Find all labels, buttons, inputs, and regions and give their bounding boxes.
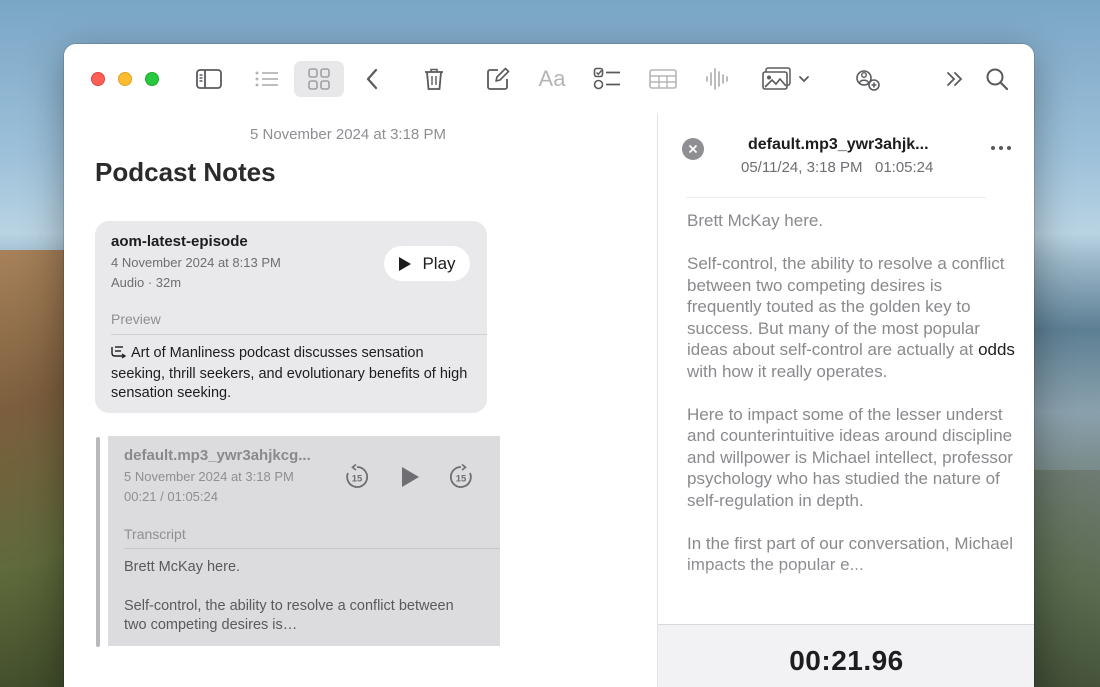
record-audio-button[interactable]	[704, 61, 730, 97]
transcript-paragraph: Here to impact some of the lesser unders…	[687, 404, 1013, 510]
playback-timer: 00:21.96	[789, 645, 904, 676]
recording-date: 5 November 2024 at 3:18 PM	[124, 469, 294, 484]
attachment-meta: Audio · 32m	[111, 275, 182, 290]
recording-time: 00:21 / 01:05:24	[124, 489, 218, 504]
preview-label: Preview	[111, 311, 161, 327]
summary-text: Art of Manliness podcast discusses sensa…	[111, 344, 473, 403]
transcript-fade	[658, 564, 1034, 624]
preview-divider	[111, 334, 487, 335]
close-icon	[688, 144, 698, 154]
desktop-wallpaper-right	[1030, 470, 1100, 687]
search-button[interactable]	[984, 61, 1010, 97]
media-button[interactable]	[760, 61, 812, 97]
checklist-icon	[593, 67, 620, 90]
grid-icon	[308, 68, 330, 90]
collaborate-icon	[856, 70, 880, 91]
panel-subtitle: 05/11/24, 3:18 PM 01:05:24	[741, 159, 934, 176]
maximize-window-button[interactable]	[145, 72, 159, 86]
new-note-button[interactable]	[485, 61, 511, 97]
summary-icon	[111, 345, 131, 365]
close-window-button[interactable]	[91, 72, 105, 86]
sidebar-icon	[196, 69, 222, 89]
play-button-label: Play	[422, 253, 456, 273]
chevron-left-icon	[366, 68, 378, 90]
format-button[interactable]: Aa	[534, 61, 570, 97]
skip-forward-button[interactable]: 15	[446, 462, 476, 492]
close-panel-button[interactable]	[682, 138, 704, 160]
summary-body: Art of Manliness podcast discusses sensa…	[111, 345, 468, 401]
transcript-line: Self-control, the ability to resolve a c…	[124, 598, 454, 633]
recording-play-button[interactable]	[395, 462, 425, 492]
table-icon	[649, 69, 677, 89]
trash-icon	[425, 68, 443, 90]
transcript-divider	[124, 548, 500, 549]
recording-title: default.mp3_ywr3ahjkcg...	[124, 447, 311, 464]
double-chevron-right-icon	[947, 72, 963, 86]
chevron-down-icon	[799, 76, 809, 83]
compose-icon	[487, 67, 510, 90]
skip-back-15-icon: 15	[346, 464, 369, 488]
delete-button[interactable]	[421, 61, 447, 97]
recording-quote-bar	[96, 437, 100, 647]
audio-attachment-card[interactable]: aom-latest-episode 4 November 2024 at 8:…	[95, 221, 487, 413]
list-view-button[interactable]	[250, 61, 284, 97]
current-word-highlight: odds	[978, 340, 1015, 359]
play-button[interactable]: Play	[384, 246, 470, 281]
checklist-button[interactable]	[592, 61, 622, 97]
panel-separator	[686, 197, 986, 198]
collaborate-button[interactable]	[852, 61, 882, 97]
transcript-paragraph: Self-control, the ability to resolve a c…	[687, 254, 1015, 381]
format-icon: Aa	[538, 66, 566, 91]
back-button[interactable]	[360, 61, 384, 97]
transcript-label: Transcript	[124, 526, 186, 542]
note-title[interactable]: Podcast Notes	[95, 157, 276, 188]
list-icon	[255, 71, 278, 87]
more-options-button[interactable]	[989, 136, 1013, 160]
more-toolbar-button[interactable]	[942, 61, 968, 97]
transcript-body[interactable]: Brett McKay here. Self-control, the abil…	[687, 210, 1017, 610]
sidebar-toggle-button[interactable]	[192, 61, 226, 97]
transcript-paragraph: Brett McKay here.	[687, 211, 824, 230]
toolbar: Aa	[64, 44, 1034, 114]
desktop-wallpaper-left	[0, 250, 70, 687]
gallery-view-button[interactable]	[294, 61, 344, 97]
recording-attachment-card[interactable]: default.mp3_ywr3ahjkcg... 5 November 202…	[108, 436, 500, 646]
svg-text:15: 15	[456, 474, 467, 485]
panel-title: default.mp3_ywr3ahjk...	[748, 136, 929, 153]
transcript-panel: default.mp3_ywr3ahjk... 05/11/24, 3:18 P…	[657, 114, 1034, 687]
table-button[interactable]	[648, 61, 678, 97]
play-icon	[399, 256, 412, 271]
waveform-icon	[706, 68, 728, 90]
attachment-title: aom-latest-episode	[111, 233, 248, 250]
notes-window: Aa 5 November 2024 at 3:18 PM Podcast No…	[64, 44, 1034, 687]
minimize-window-button[interactable]	[118, 72, 132, 86]
photo-icon	[762, 67, 791, 90]
ellipsis-icon	[991, 146, 1011, 150]
attachment-date: 4 November 2024 at 8:13 PM	[111, 255, 281, 270]
svg-text:15: 15	[352, 474, 363, 485]
skip-forward-15-icon: 15	[449, 464, 472, 488]
note-date: 5 November 2024 at 3:18 PM	[250, 126, 446, 143]
play-icon	[402, 467, 419, 487]
transcript-line: Brett McKay here.	[124, 559, 241, 575]
skip-back-button[interactable]: 15	[342, 462, 372, 492]
search-icon	[986, 68, 1009, 91]
playback-footer: 00:21.96	[658, 624, 1034, 687]
